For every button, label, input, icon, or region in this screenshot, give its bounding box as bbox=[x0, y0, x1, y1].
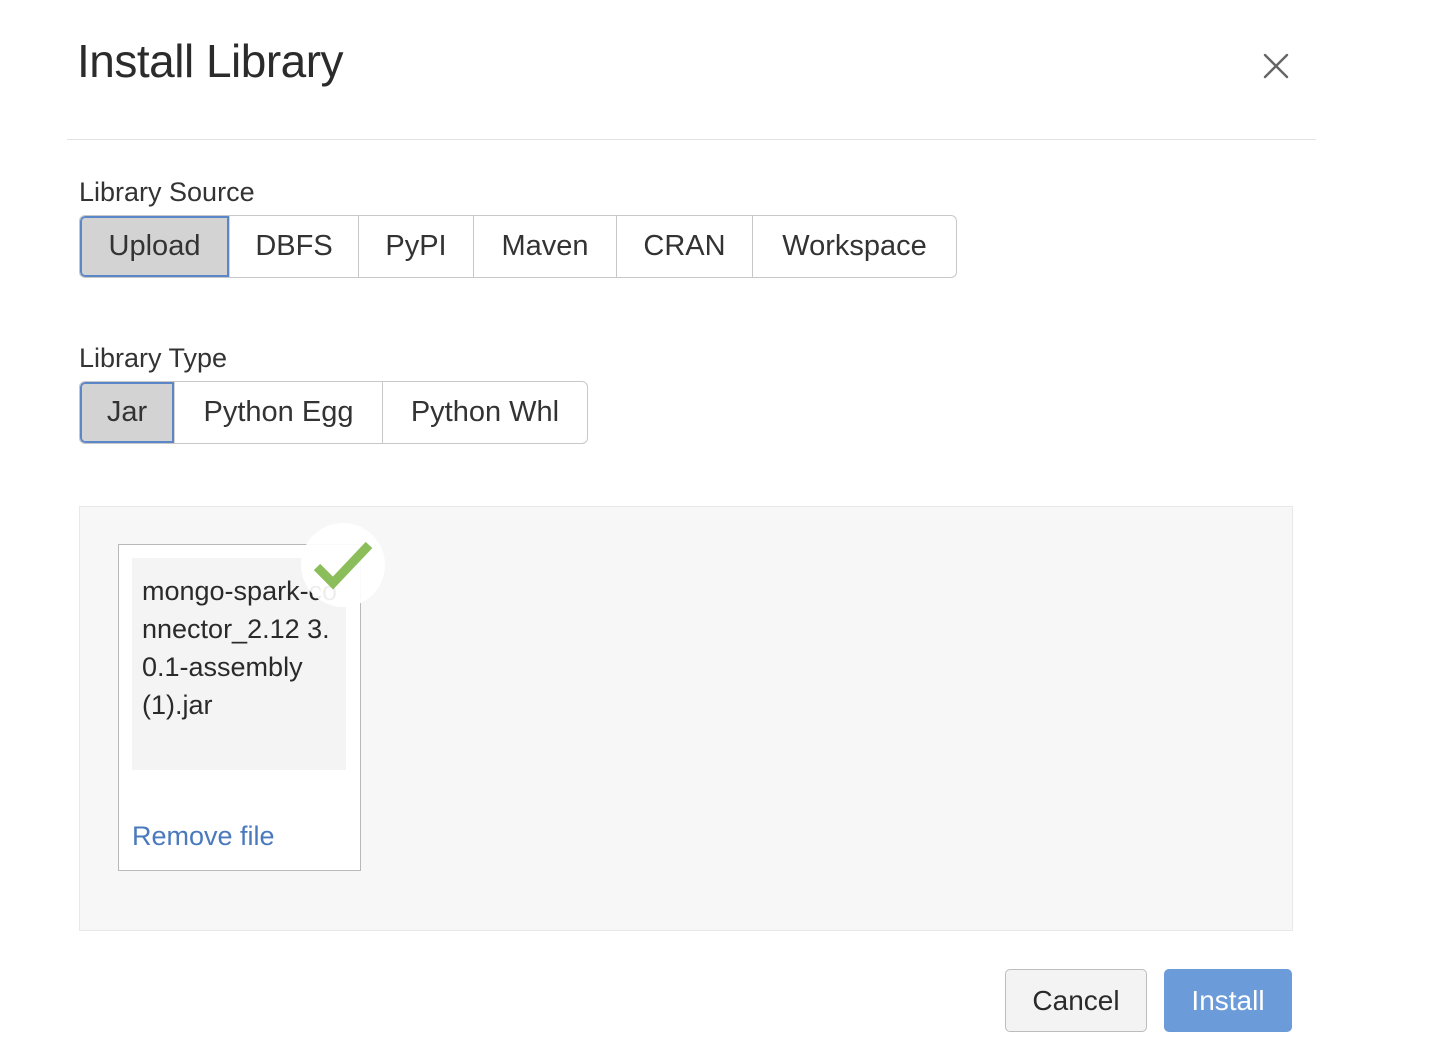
type-option-jar[interactable]: Jar bbox=[80, 382, 175, 443]
close-icon bbox=[1263, 53, 1289, 79]
source-option-cran[interactable]: CRAN bbox=[617, 216, 753, 277]
check-icon bbox=[313, 541, 373, 590]
install-library-dialog: Install Library Library Source Upload DB… bbox=[0, 0, 1434, 1056]
library-source-segmented-control: Upload DBFS PyPI Maven CRAN Workspace bbox=[79, 215, 957, 278]
source-option-workspace[interactable]: Workspace bbox=[753, 216, 956, 277]
remove-file-link[interactable]: Remove file bbox=[132, 821, 275, 852]
library-type-segmented-control: Jar Python Egg Python Whl bbox=[79, 381, 588, 444]
dialog-title: Install Library bbox=[77, 35, 344, 87]
close-button[interactable] bbox=[1258, 48, 1294, 84]
type-option-python-whl[interactable]: Python Whl bbox=[383, 382, 587, 443]
source-option-dbfs[interactable]: DBFS bbox=[230, 216, 359, 277]
cancel-button[interactable]: Cancel bbox=[1005, 969, 1147, 1032]
upload-success-badge bbox=[301, 523, 385, 607]
install-button[interactable]: Install bbox=[1164, 969, 1292, 1032]
source-option-maven[interactable]: Maven bbox=[474, 216, 617, 277]
library-type-label: Library Type bbox=[79, 343, 228, 373]
header-divider bbox=[67, 139, 1316, 140]
source-option-pypi[interactable]: PyPI bbox=[359, 216, 474, 277]
file-dropzone[interactable]: mongo-spark-connector_2.12 3.0.1-assembl… bbox=[79, 506, 1293, 931]
type-option-python-egg[interactable]: Python Egg bbox=[175, 382, 383, 443]
file-name: mongo-spark-connector_2.12 3.0.1-assembl… bbox=[142, 576, 338, 720]
uploaded-file-card: mongo-spark-connector_2.12 3.0.1-assembl… bbox=[118, 523, 385, 871]
library-source-label: Library Source bbox=[79, 177, 255, 207]
source-option-upload[interactable]: Upload bbox=[80, 216, 230, 277]
